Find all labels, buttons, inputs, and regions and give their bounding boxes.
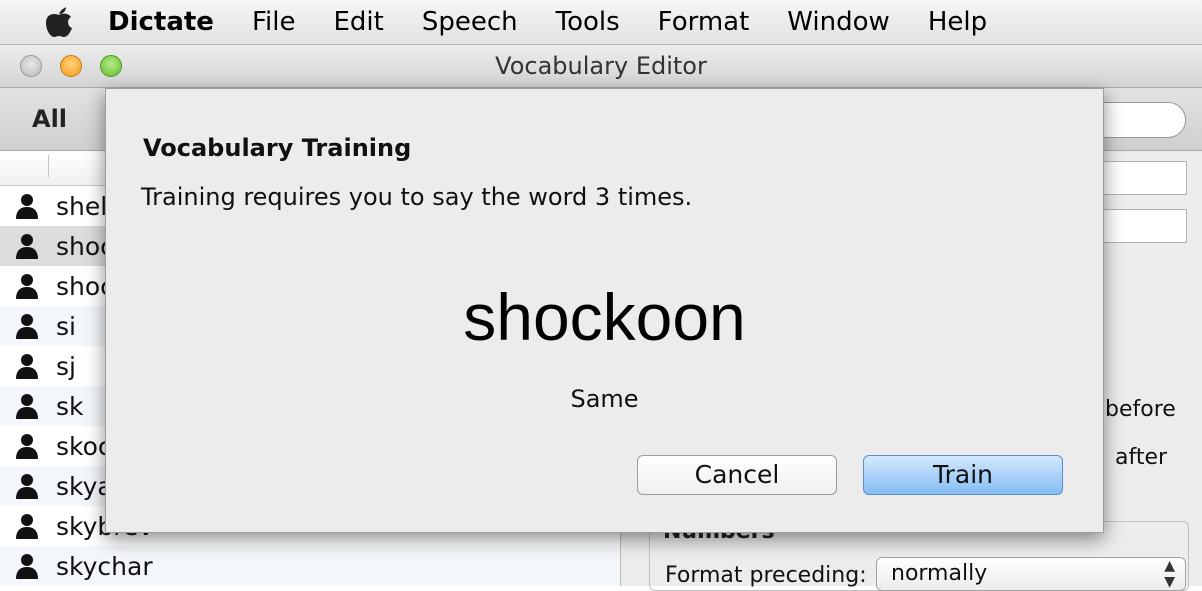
- list-item[interactable]: skychar: [0, 546, 620, 586]
- menu-speech[interactable]: Speech: [422, 7, 518, 37]
- apple-logo-icon[interactable]: [40, 5, 78, 39]
- menu-help[interactable]: Help: [928, 7, 987, 37]
- menu-app-dictate[interactable]: Dictate: [108, 7, 214, 37]
- window-title: Vocabulary Editor: [495, 52, 707, 80]
- list-item-label: shel: [56, 191, 108, 221]
- list-item-label: skychar: [56, 551, 153, 581]
- vocabulary-training-dialog: Vocabulary Training Training requires yo…: [105, 88, 1104, 533]
- menu-format[interactable]: Format: [658, 7, 750, 37]
- training-word: shockoon: [463, 280, 746, 354]
- filter-all-button[interactable]: All: [32, 105, 67, 133]
- dialog-title: Vocabulary Training: [143, 134, 412, 162]
- menu-edit[interactable]: Edit: [333, 7, 383, 37]
- user-icon: [16, 554, 38, 579]
- user-icon: [16, 474, 38, 499]
- up-down-arrows-icon: ▲ ▼: [1164, 558, 1175, 590]
- training-status: Same: [570, 385, 639, 413]
- space-before-label: before: [1105, 397, 1176, 422]
- list-item-label: sk: [56, 391, 84, 421]
- list-item-label: sj: [56, 351, 76, 381]
- dialog-message: Training requires you to say the word 3 …: [141, 183, 693, 211]
- user-icon: [16, 194, 38, 219]
- user-icon: [16, 354, 38, 379]
- user-icon: [16, 394, 38, 419]
- user-icon: [16, 514, 38, 539]
- window-title-bar[interactable]: Vocabulary Editor: [0, 45, 1202, 88]
- spoken-form-field[interactable]: [1101, 161, 1187, 195]
- format-preceding-value: normally: [891, 561, 988, 586]
- menu-file[interactable]: File: [252, 7, 296, 37]
- train-button[interactable]: Train: [863, 455, 1063, 495]
- user-icon: [16, 274, 38, 299]
- format-preceding-label: Format preceding:: [665, 563, 867, 588]
- user-icon: [16, 314, 38, 339]
- written-form-field[interactable]: [1101, 209, 1187, 243]
- column-divider[interactable]: [48, 155, 49, 177]
- menu-bar: Dictate File Edit Speech Tools Format Wi…: [0, 0, 1202, 45]
- list-item-label: si: [56, 311, 76, 341]
- cancel-button[interactable]: Cancel: [637, 455, 837, 495]
- list-item-label: skoc: [56, 431, 112, 461]
- user-icon: [16, 434, 38, 459]
- space-after-label: after: [1115, 445, 1168, 470]
- menu-window[interactable]: Window: [787, 7, 890, 37]
- user-icon: [16, 234, 38, 259]
- menu-tools[interactable]: Tools: [556, 7, 620, 37]
